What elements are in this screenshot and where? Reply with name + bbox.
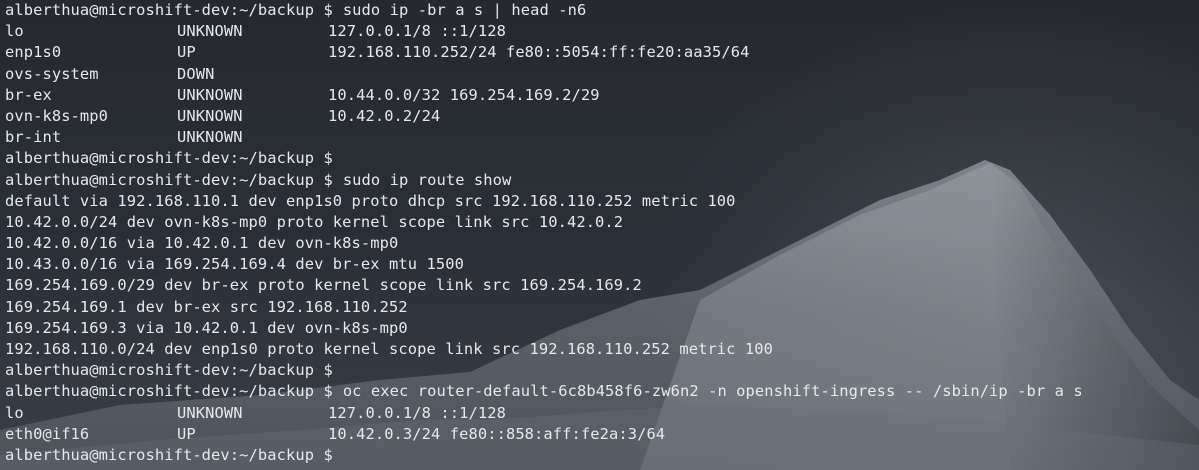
interface-row: enp1s0 UP 192.168.110.252/24 fe80::5054:ff…	[5, 42, 1083, 63]
terminal-window[interactable]: alberthua@microshift-dev:~/backup $ sudo …	[0, 0, 1199, 470]
interface-name: eth0@if16	[5, 424, 90, 443]
command-line: alberthua@microshift-dev:~/backup $	[5, 360, 1083, 381]
interface-name: br-ex	[5, 85, 52, 104]
interface-state: UNKNOWN	[177, 403, 243, 422]
shell-prompt: alberthua@microshift-dev:~/backup $	[5, 445, 333, 464]
prompt-gap	[333, 381, 343, 402]
interface-row: eth0@if16 UP 10.42.0.3/24 fe80::858:aff:fe…	[5, 424, 1083, 445]
interface-addresses: 127.0.0.1/8 ::1/128	[328, 22, 506, 41]
interface-name: enp1s0	[5, 43, 62, 62]
interface-row: ovn-k8s-mp0 UNKNOWN 10.42.0.2/24	[5, 106, 1083, 127]
interface-state: UP	[177, 43, 196, 62]
command-text: sudo ip route show	[342, 170, 512, 189]
route-line: 192.168.110.0/24 dev enp1s0 proto kernel…	[5, 339, 1083, 360]
prompt-gap	[333, 445, 343, 466]
interface-name: ovs-system	[5, 64, 99, 83]
interface-name: lo	[5, 22, 24, 41]
route-text: 169.254.169.3 via 10.42.0.1 dev ovn-k8s-…	[5, 318, 408, 337]
route-text: 10.43.0.0/16 via 169.254.169.4 dev br-ex…	[5, 255, 464, 274]
interface-row: lo UNKNOWN 127.0.0.1/8 ::1/128	[5, 21, 1083, 42]
shell-prompt: alberthua@microshift-dev:~/backup $	[5, 170, 333, 189]
command-line: alberthua@microshift-dev:~/backup $ oc ex…	[5, 381, 1083, 402]
command-text: oc exec router-default-6c8b458f6-zw6n2 -…	[342, 382, 1083, 401]
shell-prompt: alberthua@microshift-dev:~/backup $	[5, 1, 333, 19]
shell-prompt: alberthua@microshift-dev:~/backup $	[5, 382, 333, 401]
route-text: 10.42.0.0/24 dev ovn-k8s-mp0 proto kerne…	[5, 212, 624, 231]
prompt-gap	[333, 360, 343, 381]
interface-row: ovs-system DOWN	[5, 64, 1083, 85]
interface-state: UNKNOWN	[177, 85, 243, 104]
command-line: alberthua@microshift-dev:~/backup $	[5, 148, 1083, 169]
interface-row: br-int UNKNOWN	[5, 127, 1083, 148]
command-line: alberthua@microshift-dev:~/backup $ sudo …	[5, 170, 1083, 191]
route-line: 10.43.0.0/16 via 169.254.169.4 dev br-ex…	[5, 254, 1083, 275]
interface-state: UP	[177, 424, 196, 443]
route-text: 169.254.169.1 dev br-ex src 192.168.110.…	[5, 297, 408, 316]
route-line: 169.254.169.1 dev br-ex src 192.168.110.…	[5, 297, 1083, 318]
shell-prompt: alberthua@microshift-dev:~/backup $	[5, 361, 333, 380]
interface-row: lo UNKNOWN 127.0.0.1/8 ::1/128	[5, 403, 1083, 424]
interface-addresses: 10.42.0.2/24	[328, 106, 441, 125]
route-line: 10.42.0.0/24 dev ovn-k8s-mp0 proto kerne…	[5, 212, 1083, 233]
interface-name: lo	[5, 403, 24, 422]
prompt-gap	[333, 148, 343, 169]
route-text: 192.168.110.0/24 dev enp1s0 proto kernel…	[5, 340, 774, 358]
route-line: default via 192.168.110.1 dev enp1s0 pro…	[5, 191, 1083, 212]
route-text: 169.254.169.0/29 dev br-ex proto kernel …	[5, 276, 642, 295]
interface-row: br-ex UNKNOWN 10.44.0.0/32 169.254.169.2/2…	[5, 85, 1083, 106]
prompt-gap	[333, 170, 343, 191]
terminal-output: alberthua@microshift-dev:~/backup $ sudo …	[5, 0, 1083, 466]
interface-state: DOWN	[177, 64, 215, 83]
route-line: 169.254.169.0/29 dev br-ex proto kernel …	[5, 275, 1083, 296]
interface-addresses: 192.168.110.252/24 fe80::5054:ff:fe20:aa…	[328, 43, 750, 62]
prompt-gap	[333, 0, 343, 21]
interface-state: UNKNOWN	[177, 128, 243, 147]
command-text: sudo ip -br a s | head -n6	[342, 1, 587, 19]
interface-name: br-int	[5, 128, 62, 147]
command-line: alberthua@microshift-dev:~/backup $	[5, 445, 1083, 466]
interface-state: UNKNOWN	[177, 22, 243, 41]
interface-addresses: 127.0.0.1/8 ::1/128	[328, 403, 506, 422]
interface-addresses: 10.42.0.3/24 fe80::858:aff:fe2a:3/64	[328, 424, 666, 443]
interface-addresses: 10.44.0.0/32 169.254.169.2/29	[328, 85, 600, 104]
route-text: 10.42.0.0/16 via 10.42.0.1 dev ovn-k8s-m…	[5, 234, 399, 253]
command-line: alberthua@microshift-dev:~/backup $ sudo …	[5, 0, 1083, 21]
interface-name: ovn-k8s-mp0	[5, 106, 109, 125]
interface-state: UNKNOWN	[177, 106, 243, 125]
route-text: default via 192.168.110.1 dev enp1s0 pro…	[5, 191, 736, 210]
route-line: 10.42.0.0/16 via 10.42.0.1 dev ovn-k8s-m…	[5, 233, 1083, 254]
shell-prompt: alberthua@microshift-dev:~/backup $	[5, 149, 333, 168]
route-line: 169.254.169.3 via 10.42.0.1 dev ovn-k8s-…	[5, 318, 1083, 339]
